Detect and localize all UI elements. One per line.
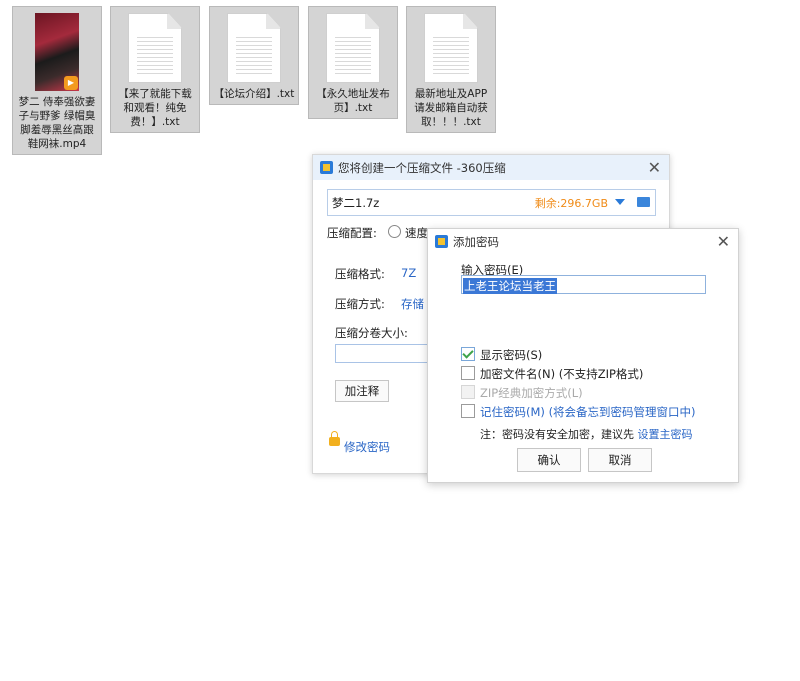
note-text: 注：密码没有安全加密，建议先 bbox=[480, 428, 634, 441]
desktop-file-video[interactable]: ▶ 梦二 侍奉强欲妻子与野爹 绿帽臭脚羞辱黑丝高跟鞋网袜.mp4 bbox=[12, 6, 102, 155]
show-password-label[interactable]: 显示密码(S) bbox=[480, 347, 542, 363]
config-label: 压缩配置: bbox=[327, 226, 377, 240]
file-name: 最新地址及APP请发邮箱自动获取！！！.txt bbox=[414, 88, 488, 128]
dialog-titlebar: 添加密码 ✕ bbox=[428, 229, 738, 255]
format-value[interactable]: 7Z bbox=[401, 266, 416, 280]
folder-icon[interactable] bbox=[637, 197, 650, 207]
split-size-input[interactable] bbox=[335, 344, 437, 363]
zip-classic-checkbox bbox=[461, 385, 475, 399]
change-password-link[interactable]: 修改密码 bbox=[344, 439, 390, 455]
close-icon[interactable]: ✕ bbox=[648, 158, 661, 177]
encrypt-filename-label[interactable]: 加密文件名(N) (不支持ZIP格式) bbox=[480, 366, 643, 382]
desktop-file-text[interactable]: 【来了就能下载和观看！纯免费！】.txt bbox=[110, 6, 200, 133]
format-label: 压缩格式: bbox=[335, 267, 385, 281]
text-file-icon bbox=[326, 13, 380, 83]
file-name: 【永久地址发布页】.txt bbox=[316, 88, 390, 114]
text-file-icon bbox=[128, 13, 182, 83]
radio-speed[interactable] bbox=[388, 225, 401, 238]
play-icon: ▶ bbox=[64, 76, 78, 90]
lock-icon bbox=[329, 431, 340, 446]
radio-speed-label: 速度 bbox=[405, 226, 428, 240]
file-name: 【来了就能下载和观看！纯免费！】.txt bbox=[118, 88, 192, 128]
dialog-title: 添加密码 bbox=[453, 235, 499, 249]
desktop-file-text[interactable]: 最新地址及APP请发邮箱自动获取！！！.txt bbox=[406, 6, 496, 133]
security-note: 注：密码没有安全加密，建议先 设置主密码 bbox=[480, 426, 693, 442]
zip-classic-label: ZIP经典加密方式(L) bbox=[480, 386, 583, 400]
close-icon[interactable]: ✕ bbox=[717, 232, 730, 251]
chevron-down-icon[interactable] bbox=[615, 199, 625, 205]
text-file-icon bbox=[424, 13, 478, 83]
desktop-file-text[interactable]: 【论坛介绍】.txt bbox=[209, 6, 299, 105]
remember-password-checkbox[interactable] bbox=[461, 404, 475, 418]
method-label: 压缩方式: bbox=[335, 297, 385, 311]
desktop-file-text[interactable]: 【永久地址发布页】.txt bbox=[308, 6, 398, 119]
window-titlebar: 您将创建一个压缩文件 -360压缩 ✕ bbox=[313, 155, 669, 180]
password-value[interactable]: 上老王论坛当老王 bbox=[463, 278, 557, 294]
file-name: 梦二 侍奉强欲妻子与野爹 绿帽臭脚羞辱黑丝高跟鞋网袜.mp4 bbox=[18, 96, 96, 150]
video-thumbnail: ▶ bbox=[35, 13, 79, 91]
app-logo-icon bbox=[320, 161, 333, 174]
add-password-dialog: 添加密码 ✕ 输入密码(E) 上老王论坛当老王 显示密码(S) 加密文件名(N)… bbox=[427, 228, 739, 483]
confirm-button[interactable]: 确认 bbox=[517, 448, 581, 472]
show-password-checkbox[interactable] bbox=[461, 347, 475, 361]
remember-password-note: (将会备忘到密码管理窗口中) bbox=[548, 405, 696, 419]
free-space-label: 剩余:296.7GB bbox=[534, 197, 608, 210]
password-input[interactable]: 上老王论坛当老王 bbox=[461, 275, 706, 294]
app-logo-icon bbox=[435, 235, 448, 248]
remember-password-label[interactable]: 记住密码(M) (将会备忘到密码管理窗口中) bbox=[480, 404, 696, 420]
cancel-button[interactable]: 取消 bbox=[588, 448, 652, 472]
archive-name[interactable]: 梦二1.7z bbox=[332, 195, 379, 211]
add-comment-button[interactable]: 加注释 bbox=[335, 380, 389, 402]
file-name: 【论坛介绍】.txt bbox=[213, 88, 295, 100]
set-master-password-link[interactable]: 设置主密码 bbox=[638, 428, 693, 441]
encrypt-filename-checkbox[interactable] bbox=[461, 366, 475, 380]
archive-path-field[interactable]: 梦二1.7z 剩余:296.7GB bbox=[327, 189, 656, 216]
remember-password-text[interactable]: 记住密码(M) bbox=[480, 405, 545, 419]
split-label: 压缩分卷大小: bbox=[335, 326, 408, 340]
window-title: 您将创建一个压缩文件 -360压缩 bbox=[338, 161, 506, 175]
text-file-icon bbox=[227, 13, 281, 83]
method-value[interactable]: 存储 bbox=[401, 296, 424, 312]
